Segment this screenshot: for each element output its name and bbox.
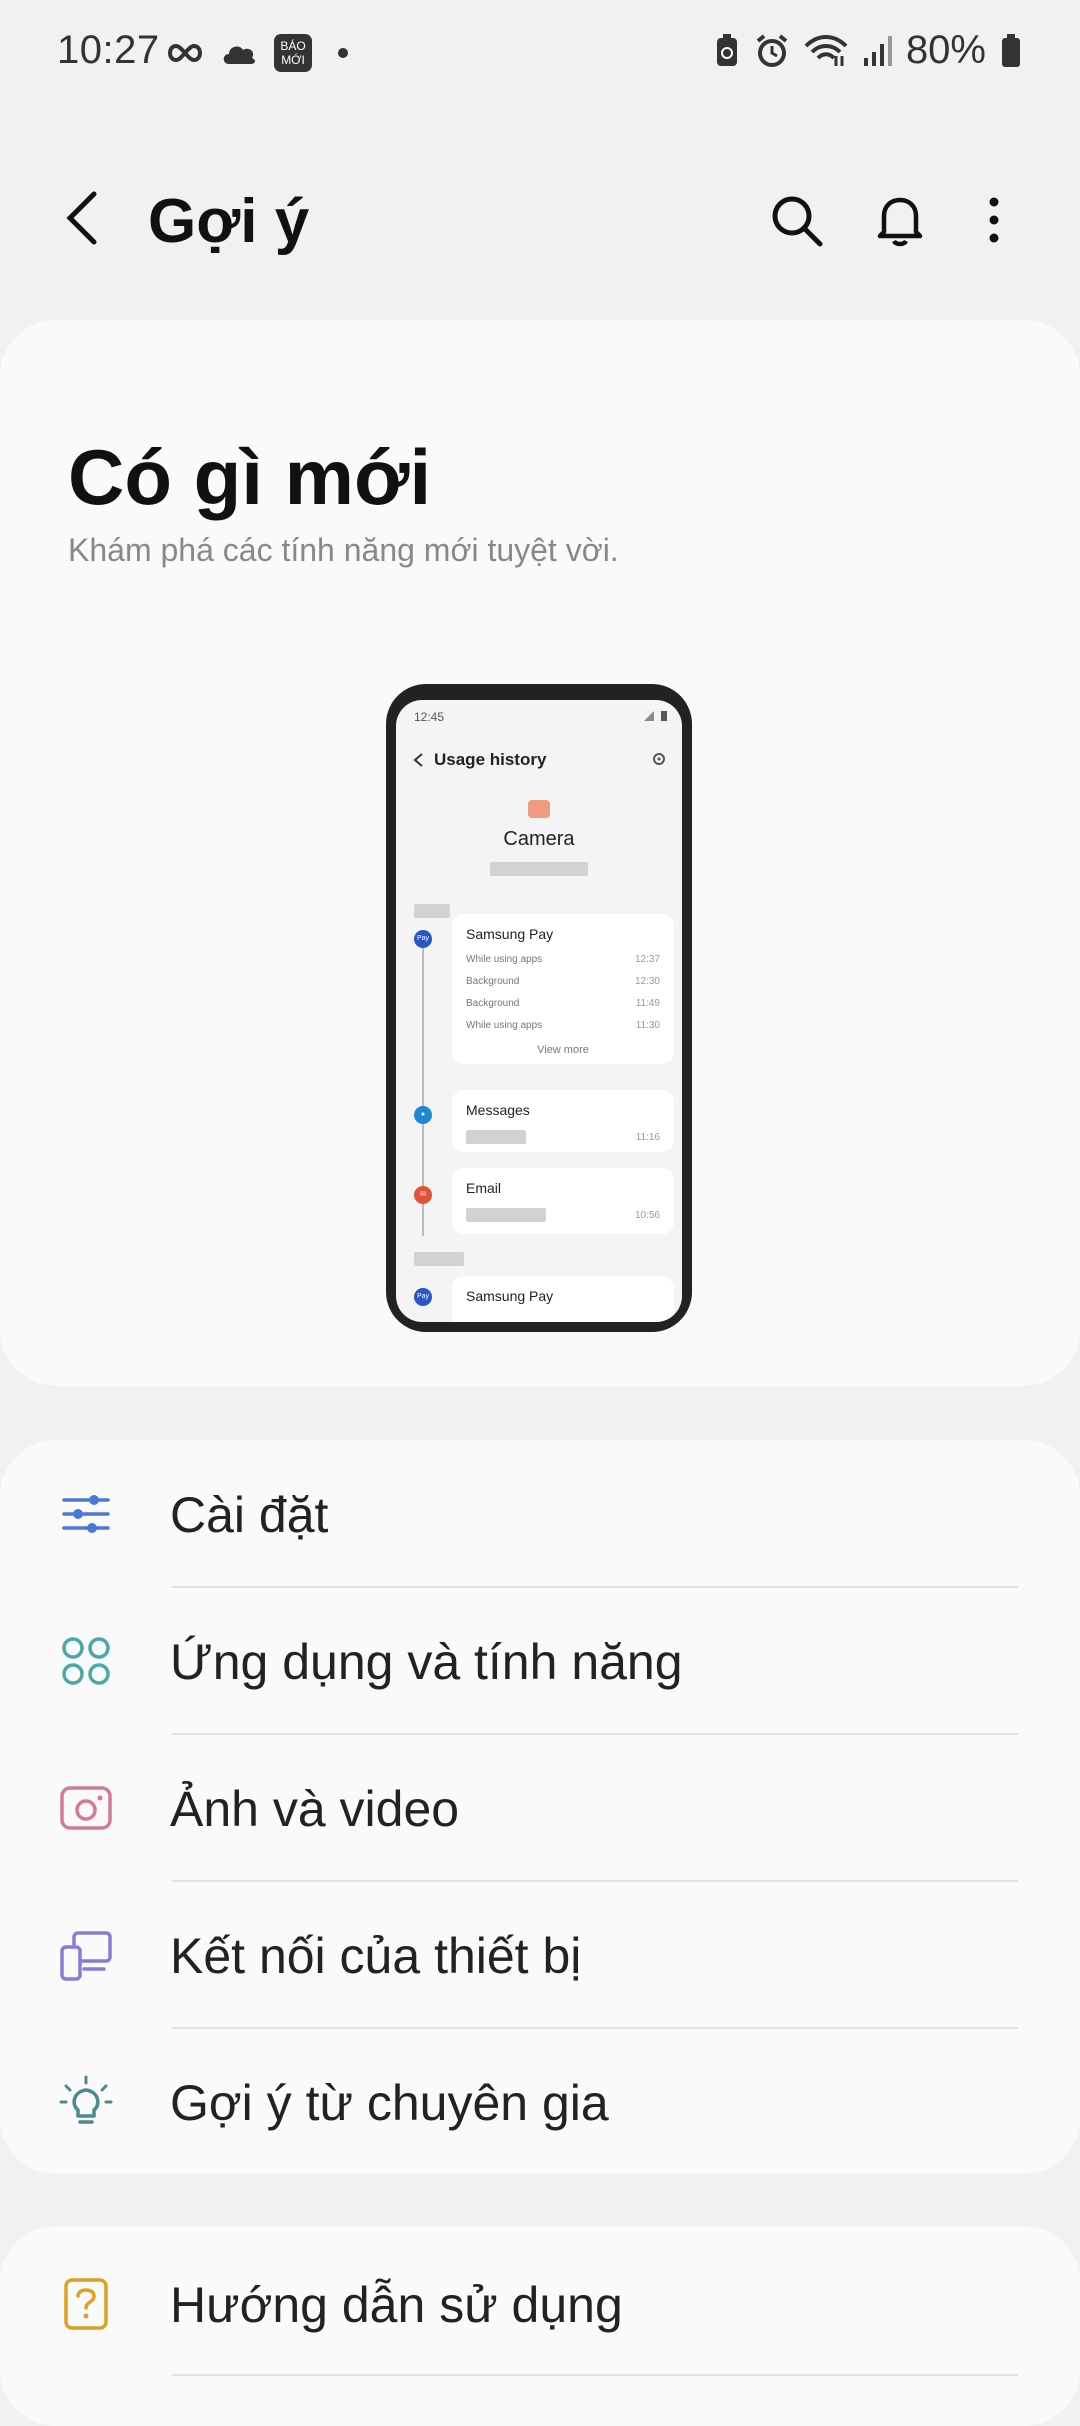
phone-preview-screen: 12:45 Usage history Camera Pay Samsung P… bbox=[396, 700, 682, 1322]
menu-item-device-connections[interactable]: Kết nối của thiết bị bbox=[0, 1881, 1080, 2027]
preview-gear-icon bbox=[653, 753, 665, 765]
preview-row-label: While using apps bbox=[466, 1020, 543, 1031]
preview-camera-icon bbox=[528, 800, 550, 818]
preview-card: Messages 11:16 bbox=[452, 1090, 674, 1152]
menu-item-label: Gợi ý từ chuyên gia bbox=[170, 2075, 609, 2131]
top-app-bar: Gợi ý bbox=[0, 160, 1080, 280]
preview-placeholder bbox=[414, 904, 450, 918]
preview-row-time: 12:37 bbox=[634, 954, 660, 965]
whats-new-card[interactable]: Có gì mới Khám phá các tính năng mới tuy… bbox=[0, 320, 1080, 1386]
user-guide-card: Hướng dẫn sử dụng bbox=[0, 2226, 1080, 2426]
preview-card: Samsung Pay While using apps 12:37 Backgr… bbox=[452, 914, 674, 1064]
preview-row-label: While using apps bbox=[466, 954, 543, 965]
menu-item-apps-features[interactable]: Ứng dụng và tính năng bbox=[0, 1587, 1080, 1733]
cloud-icon bbox=[223, 46, 255, 64]
back-button[interactable] bbox=[58, 188, 108, 248]
messages-icon: ● bbox=[414, 1106, 432, 1124]
preview-row-time: 11:16 bbox=[635, 1132, 660, 1143]
preview-placeholder bbox=[466, 1130, 526, 1144]
samsung-pay-icon: Pay bbox=[414, 930, 432, 948]
preview-back-icon bbox=[413, 753, 423, 767]
wifi-icon bbox=[804, 34, 848, 66]
preview-card-name: Email bbox=[466, 1180, 502, 1196]
infinity-icon bbox=[168, 43, 202, 63]
menu-item-user-guide[interactable]: Hướng dẫn sử dụng bbox=[0, 2226, 1080, 2372]
battery-icon bbox=[1002, 33, 1020, 67]
alarm-icon bbox=[756, 33, 788, 67]
preview-card-name: Samsung Pay bbox=[466, 1288, 554, 1304]
menu-item-label: Ứng dụng và tính năng bbox=[170, 1634, 683, 1690]
battery-saver-icon bbox=[716, 33, 737, 66]
preview-header: Usage history bbox=[434, 750, 547, 769]
preview-row-label: Background bbox=[466, 998, 520, 1009]
preview-placeholder bbox=[414, 1252, 464, 1266]
whats-new-title: Có gì mới bbox=[68, 433, 432, 521]
preview-view-more: View more bbox=[537, 1044, 589, 1056]
menu-item-label: Hướng dẫn sử dụng bbox=[170, 2277, 623, 2333]
search-icon[interactable] bbox=[766, 190, 826, 250]
whats-new-subtitle: Khám phá các tính năng mới tuyệt vời. bbox=[68, 532, 619, 568]
preview-placeholder bbox=[490, 862, 588, 876]
page-title: Gợi ý bbox=[148, 187, 310, 256]
camera-icon bbox=[60, 1786, 112, 1830]
menu-item-label: Ảnh và video bbox=[170, 1781, 460, 1837]
apps-grid-icon bbox=[62, 1637, 110, 1685]
menu-item-photos-videos[interactable]: Ảnh và video bbox=[0, 1734, 1080, 1880]
preview-row-time: 11:30 bbox=[635, 1020, 660, 1031]
preview-placeholder bbox=[466, 1208, 546, 1222]
preview-card-name: Samsung Pay bbox=[466, 926, 554, 942]
tips-category-list: Cài đặt Ứng dụng và tính năng Ảnh và vid… bbox=[0, 1440, 1080, 2174]
status-bar: 10:27 BÁO MỚI 80% bbox=[0, 0, 1080, 110]
more-options-icon[interactable] bbox=[964, 190, 1024, 250]
menu-item-label: Kết nối của thiết bị bbox=[170, 1928, 582, 1984]
baomoi-app-icon: BÁO MỚI bbox=[274, 34, 312, 72]
signal-icon bbox=[863, 35, 892, 66]
lightbulb-icon bbox=[59, 2075, 113, 2124]
notification-icons: BÁO MỚI bbox=[166, 34, 348, 72]
preview-app-name: Camera bbox=[503, 828, 575, 850]
preview-row-time: 12:30 bbox=[634, 976, 660, 987]
preview-row-time: 11:49 bbox=[635, 998, 660, 1009]
bell-icon[interactable] bbox=[870, 190, 930, 250]
status-time: 10:27 bbox=[57, 28, 160, 72]
devices-icon bbox=[60, 1931, 112, 1981]
preview-row-label: Background bbox=[466, 976, 520, 987]
preview-card: Email 10:56 bbox=[452, 1168, 674, 1234]
menu-item-label: Cài đặt bbox=[170, 1487, 329, 1543]
email-icon: ✉ bbox=[414, 1186, 432, 1204]
sliders-icon bbox=[62, 1495, 110, 1533]
more-notifications-dot bbox=[338, 48, 348, 58]
help-icon bbox=[64, 2278, 108, 2330]
preview-card: Samsung Pay bbox=[452, 1276, 674, 1322]
menu-item-expert-tips[interactable]: Gợi ý từ chuyên gia bbox=[0, 2028, 1080, 2174]
preview-row-time: 10:56 bbox=[634, 1210, 660, 1221]
samsung-pay-icon: Pay bbox=[414, 1288, 432, 1306]
preview-status-icons bbox=[644, 711, 667, 721]
divider bbox=[172, 2374, 1018, 2376]
phone-preview-image: 12:45 Usage history Camera Pay Samsung P… bbox=[386, 684, 692, 1332]
battery-percent: 80% bbox=[905, 28, 986, 72]
preview-time: 12:45 bbox=[414, 710, 445, 724]
menu-item-settings[interactable]: Cài đặt bbox=[0, 1440, 1080, 1586]
preview-card-name: Messages bbox=[466, 1102, 530, 1118]
